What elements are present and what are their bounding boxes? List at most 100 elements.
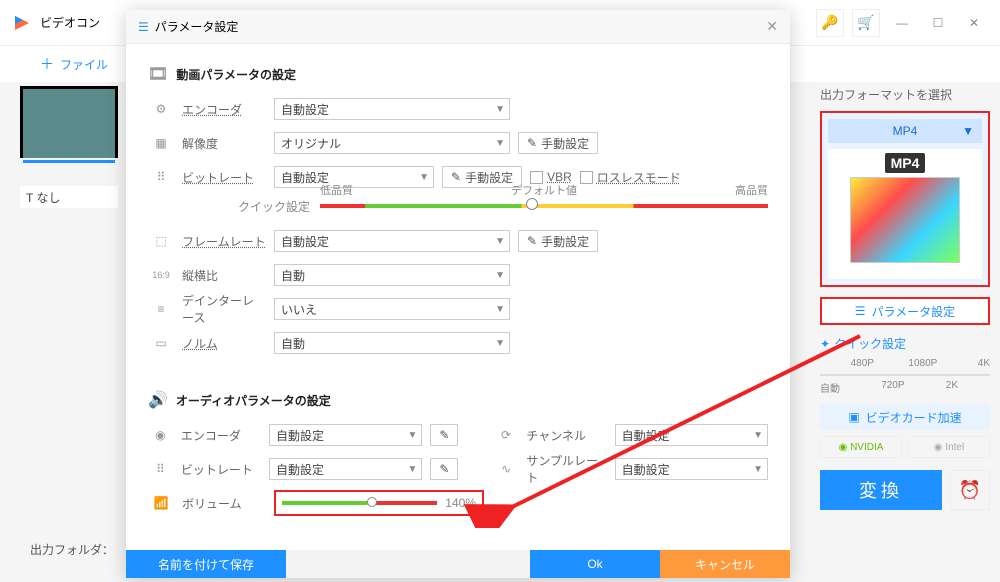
minimize-button[interactable]: — <box>888 9 916 37</box>
key-icon[interactable]: 🔑 <box>816 9 844 37</box>
pencil-icon: ✎ <box>439 462 449 476</box>
chevron-down-icon: ▼ <box>408 464 418 475</box>
scale-2k: 2K <box>946 380 958 391</box>
sliders-icon: ☰ <box>855 304 866 318</box>
aspect-label: 縦横比 <box>182 267 266 284</box>
volume-value: 140% <box>445 496 476 510</box>
parameter-settings-button[interactable]: ☰ パラメータ設定 <box>820 297 990 325</box>
gpu-accel-button[interactable]: ▣ ビデオカード加速 <box>820 404 990 430</box>
bitrate-label: ビットレート <box>182 169 266 186</box>
spark-icon: ✦ <box>820 337 830 351</box>
format-box: MP4 ▼ MP4 <box>820 111 990 287</box>
bitrate-icon: ⠿ <box>148 170 174 184</box>
quality-high-label: 高品質 <box>735 182 768 198</box>
samplerate-icon: ∿ <box>494 462 519 476</box>
chevron-down-icon: ▼ <box>495 236 505 247</box>
scale-4k: 4K <box>978 358 990 369</box>
volume-slider[interactable] <box>282 501 437 505</box>
scale-auto: 自動 <box>820 380 840 395</box>
aspect-select[interactable]: 自動▼ <box>274 264 510 286</box>
volume-knob[interactable] <box>367 497 377 507</box>
resolution-select[interactable]: オリジナル▼ <box>274 132 510 154</box>
nvidia-chip[interactable]: ◉ NVIDIA <box>820 436 902 458</box>
format-preview-image <box>850 177 960 263</box>
pencil-icon: ✎ <box>527 136 537 150</box>
norm-label: ノルム <box>182 335 266 352</box>
quickset-label: クイック設定 <box>238 198 310 215</box>
deinterlace-label: デインターレース <box>182 292 266 326</box>
parameter-dialog: ☰ パラメータ設定 ✕ 🎞 動画パラメータの設定 ⚙ エンコーダ 自動設定▼ ▦… <box>126 10 790 578</box>
quality-slider[interactable]: 低品質 デフォルト値 高品質 <box>320 196 768 216</box>
aspect-icon: 16:9 <box>148 270 174 280</box>
framerate-select[interactable]: 自動設定▼ <box>274 230 510 252</box>
volume-label: ボリューム <box>182 495 266 512</box>
chevron-down-icon: ▼ <box>753 430 763 441</box>
channel-select[interactable]: 自動設定▼ <box>615 424 768 446</box>
maximize-button[interactable]: ☐ <box>924 9 952 37</box>
intel-chip[interactable]: ◉ Intel <box>908 436 990 458</box>
quality-knob[interactable] <box>526 198 538 210</box>
norm-select[interactable]: 自動▼ <box>274 332 510 354</box>
chevron-down-icon: ▼ <box>495 138 505 149</box>
volume-icon: 📶 <box>148 496 174 510</box>
save-as-button[interactable]: 名前を付けて保存 <box>126 550 286 578</box>
chevron-down-icon: ▼ <box>962 124 974 138</box>
resolution-label: 解像度 <box>182 135 266 152</box>
audio-bitrate-icon: ⠿ <box>148 462 173 476</box>
output-folder-label: 出力フォルダ： <box>30 541 114 558</box>
subtitle-none-label[interactable]: T なし <box>20 186 118 208</box>
pencil-icon: ✎ <box>439 428 449 442</box>
framerate-manual-button[interactable]: ✎手動設定 <box>518 230 598 252</box>
gear-icon: ⚙ <box>148 102 174 116</box>
schedule-button[interactable]: ⏰ <box>950 470 990 510</box>
output-format-head: 出力フォーマットを選択 <box>820 86 990 103</box>
chevron-down-icon: ▼ <box>495 304 505 315</box>
chevron-down-icon: ▼ <box>419 172 429 183</box>
video-section-title: 動画パラメータの設定 <box>176 66 296 83</box>
file-menu[interactable]: ファイル <box>60 56 108 73</box>
chevron-down-icon: ▼ <box>495 104 505 115</box>
channel-icon: ⟳ <box>494 428 519 442</box>
param-btn-label: パラメータ設定 <box>872 303 956 320</box>
quick-set-head: ✦ クイック設定 <box>820 335 990 352</box>
framerate-label: フレームレート <box>182 233 266 250</box>
app-logo-icon <box>12 13 32 33</box>
encoder-label: エンコーダ <box>182 101 266 118</box>
ok-button[interactable]: Ok <box>530 550 660 578</box>
nvidia-icon: ◉ <box>839 442 848 453</box>
scale-480p: 480P <box>851 358 874 369</box>
pencil-icon: ✎ <box>527 234 537 248</box>
chevron-down-icon: ▼ <box>408 430 418 441</box>
samplerate-label: サンプルレート <box>526 452 606 486</box>
cart-icon[interactable]: 🛒 <box>852 9 880 37</box>
framerate-icon: ⬚ <box>148 234 174 248</box>
audio-encoder-select[interactable]: 自動設定▼ <box>269 424 422 446</box>
format-select[interactable]: MP4 ▼ <box>828 119 982 143</box>
resolution-manual-button[interactable]: ✎手動設定 <box>518 132 598 154</box>
cancel-button[interactable]: キャンセル <box>660 550 790 578</box>
audio-encoder-label: エンコーダ <box>181 427 261 444</box>
sliders-icon: ☰ <box>138 20 149 34</box>
scale-720p: 720P <box>881 380 904 391</box>
dialog-close-button[interactable]: ✕ <box>766 18 778 35</box>
audio-bitrate-select[interactable]: 自動設定▼ <box>269 458 422 480</box>
audio-encoder-icon: ◉ <box>148 428 173 442</box>
video-encoder-select[interactable]: 自動設定▼ <box>274 98 510 120</box>
quick-set-label: クイック設定 <box>834 335 906 352</box>
convert-button[interactable]: 変換 <box>820 470 942 510</box>
quality-default-label: デフォルト値 <box>511 182 577 198</box>
format-tag: MP4 <box>885 153 926 173</box>
format-label: MP4 <box>893 124 918 138</box>
speaker-icon: 🔊 <box>148 390 168 410</box>
quick-scale-slider[interactable]: 480P 1080P 4K 自動 720P 2K <box>820 358 990 396</box>
video-thumbnail[interactable] <box>20 86 118 158</box>
deinterlace-select[interactable]: いいえ▼ <box>274 298 510 320</box>
audio-bitrate-edit[interactable]: ✎ <box>430 458 458 480</box>
audio-encoder-edit[interactable]: ✎ <box>430 424 458 446</box>
close-button[interactable]: ✕ <box>960 9 988 37</box>
app-title: ビデオコン <box>40 14 100 31</box>
samplerate-select[interactable]: 自動設定▼ <box>615 458 768 480</box>
volume-slider-box: 140% <box>274 490 484 516</box>
format-thumbnail[interactable]: MP4 <box>828 149 982 279</box>
plus-icon: ＋ <box>40 54 54 74</box>
